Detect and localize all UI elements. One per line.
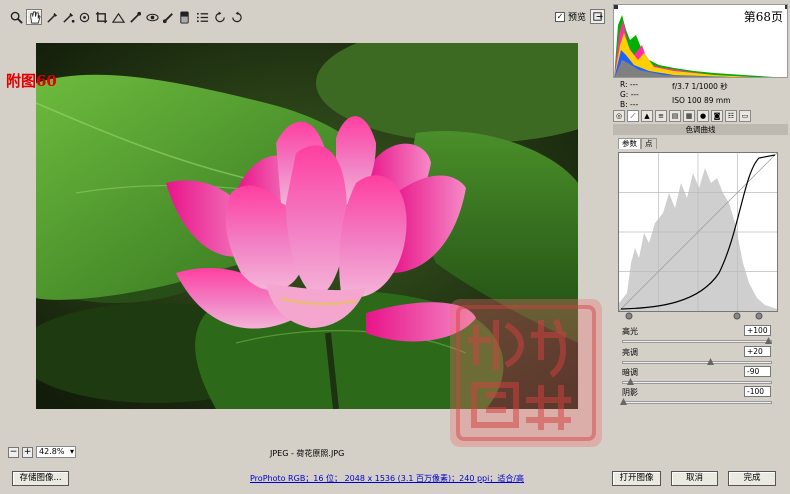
zoom-in-button[interactable]: +: [22, 446, 33, 458]
toolbar: ✓ 预览: [0, 0, 610, 34]
darks-value[interactable]: -90: [744, 366, 771, 377]
darks-track[interactable]: [622, 381, 772, 384]
tab-split-tone-icon[interactable]: ▤: [669, 110, 681, 122]
tab-parametric[interactable]: 参数: [618, 138, 641, 149]
shadows-label: 阴影: [622, 388, 638, 397]
tab-camera-cal-icon[interactable]: ◙: [711, 110, 723, 122]
zoom-controls: − + 42.8%: [8, 446, 76, 458]
fullscreen-icon: [593, 12, 603, 21]
tab-point[interactable]: 点: [641, 138, 657, 149]
color-sampler-icon[interactable]: [60, 9, 76, 25]
tab-hsl-icon[interactable]: ≡: [655, 110, 667, 122]
exif-aperture-shutter: f/3.7 1/1000 秒: [672, 82, 728, 91]
r-value: R: ---: [620, 80, 639, 89]
highlights-value[interactable]: +100: [744, 325, 771, 336]
preview-toggle[interactable]: ✓ 预览: [555, 10, 586, 23]
shadows-value[interactable]: -100: [744, 386, 771, 397]
region-split-markers[interactable]: [625, 312, 775, 320]
zoom-out-button[interactable]: −: [8, 446, 19, 458]
histogram: 第68页: [613, 4, 788, 78]
b-value: B: ---: [620, 100, 639, 109]
zoom-select[interactable]: 42.8%: [36, 446, 76, 458]
spot-removal-icon[interactable]: [127, 9, 143, 25]
highlights-thumb[interactable]: [765, 337, 772, 344]
fullscreen-button[interactable]: [590, 9, 605, 24]
cancel-button[interactable]: 取消: [671, 471, 718, 486]
lights-label: 亮调: [622, 348, 638, 357]
lights-value[interactable]: +20: [744, 346, 771, 357]
highlights-label: 高光: [622, 327, 638, 336]
tone-curve: [618, 152, 778, 312]
darks-label: 暗调: [622, 368, 638, 377]
rotate-right-icon[interactable]: [228, 9, 244, 25]
tone-curve-graph[interactable]: [618, 152, 778, 312]
highlights-track[interactable]: [622, 340, 772, 343]
panel-tabs: ◎ ⟋ ▲ ≡ ▤ ▦ ● ◙ ☷ ▭: [613, 110, 788, 124]
save-image-button[interactable]: 存储图像...: [12, 471, 69, 486]
tab-detail-icon[interactable]: ▲: [641, 110, 653, 122]
shadows-thumb[interactable]: [620, 398, 627, 405]
crop-icon[interactable]: [93, 9, 109, 25]
seal-stamp: [450, 299, 602, 447]
graduated-filter-icon[interactable]: [176, 9, 192, 25]
file-name: JPEG - 荷花原照.JPG: [270, 449, 345, 458]
straighten-icon[interactable]: [110, 9, 126, 25]
tab-tone-curve-icon[interactable]: ⟋: [627, 110, 639, 122]
white-balance-icon[interactable]: [44, 9, 60, 25]
page-number: 第68页: [743, 10, 783, 24]
hand-tool-icon[interactable]: [26, 9, 42, 25]
darks-thumb[interactable]: [627, 378, 635, 385]
tab-basic-icon[interactable]: ◎: [613, 110, 625, 122]
section-title: 色调曲线: [613, 124, 788, 135]
preview-label: 预览: [568, 13, 587, 23]
tab-snapshots-icon[interactable]: ▭: [739, 110, 751, 122]
g-value: G: ---: [620, 90, 639, 99]
exif-info: f/3.7 1/1000 秒 ISO 100 89 mm: [672, 80, 731, 108]
adjustment-brush-icon[interactable]: [160, 9, 176, 25]
curve-subtabs: 参数 点: [618, 138, 657, 149]
lights-thumb[interactable]: [707, 358, 714, 365]
zoom-tool-icon[interactable]: [8, 9, 24, 25]
exif-iso-focal: ISO 100 89 mm: [672, 96, 731, 105]
tab-presets-icon[interactable]: ☷: [725, 110, 737, 122]
workflow-options-link[interactable]: ProPhoto RGB；16 位； 2048 x 1536 (3.1 百万像素…: [250, 473, 524, 484]
rotate-left-icon[interactable]: [212, 9, 228, 25]
tab-effects-icon[interactable]: ●: [697, 110, 709, 122]
preview-checkbox[interactable]: ✓: [555, 11, 565, 22]
lights-track[interactable]: [622, 361, 772, 364]
preferences-icon[interactable]: [194, 9, 210, 25]
tab-lens-icon[interactable]: ▦: [683, 110, 695, 122]
done-button[interactable]: 完成: [728, 471, 776, 486]
target-adjust-icon[interactable]: [76, 9, 92, 25]
figure-label: 附图60: [6, 72, 57, 90]
shadows-track[interactable]: [622, 401, 772, 404]
open-image-button[interactable]: 打开图像: [612, 471, 661, 486]
red-eye-icon[interactable]: [144, 9, 160, 25]
bottom-bar: 存储图像... ProPhoto RGB；16 位； 2048 x 1536 (…: [0, 464, 790, 494]
rgb-readout: R: --- G: --- B: ---: [620, 80, 639, 110]
